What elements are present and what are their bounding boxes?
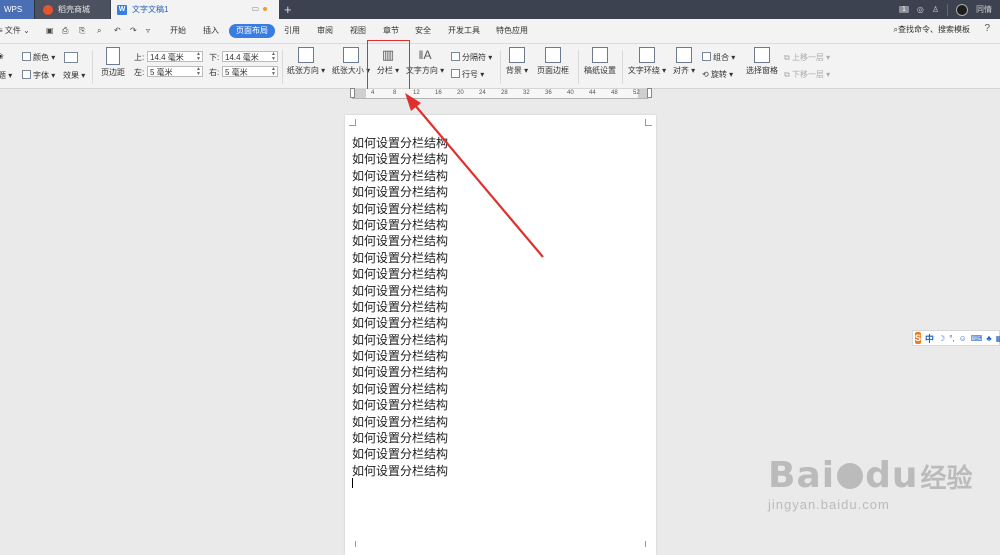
sogou-logo-icon[interactable]: S <box>915 332 922 344</box>
moon-icon[interactable]: ☽ <box>938 334 945 343</box>
watermark-brand-suffix: du <box>865 455 919 496</box>
keyboard-icon[interactable]: ⌨ <box>971 334 983 343</box>
arrow-shaft <box>413 103 544 258</box>
ime-mode-toggle[interactable]: 中 <box>925 332 934 345</box>
emoji-icon[interactable]: ☺ <box>959 334 967 343</box>
baidu-paw-icon <box>837 463 864 489</box>
ime-toolbar[interactable]: S 中 ☽ °, ☺ ⌨ ♣ ▦ <box>912 330 1000 346</box>
skin-icon[interactable]: ♣ <box>986 334 991 343</box>
punctuation-icon[interactable]: °, <box>949 334 954 343</box>
toolbox-icon[interactable]: ▦ <box>996 334 1000 343</box>
watermark-cn: 经验 <box>920 463 973 493</box>
watermark-url: jingyan.baidu.com <box>768 497 890 512</box>
baidu-jingyan-watermark: Bai du经验 jingyan.baidu.com <box>768 455 973 512</box>
watermark-brand: Bai <box>768 455 836 496</box>
